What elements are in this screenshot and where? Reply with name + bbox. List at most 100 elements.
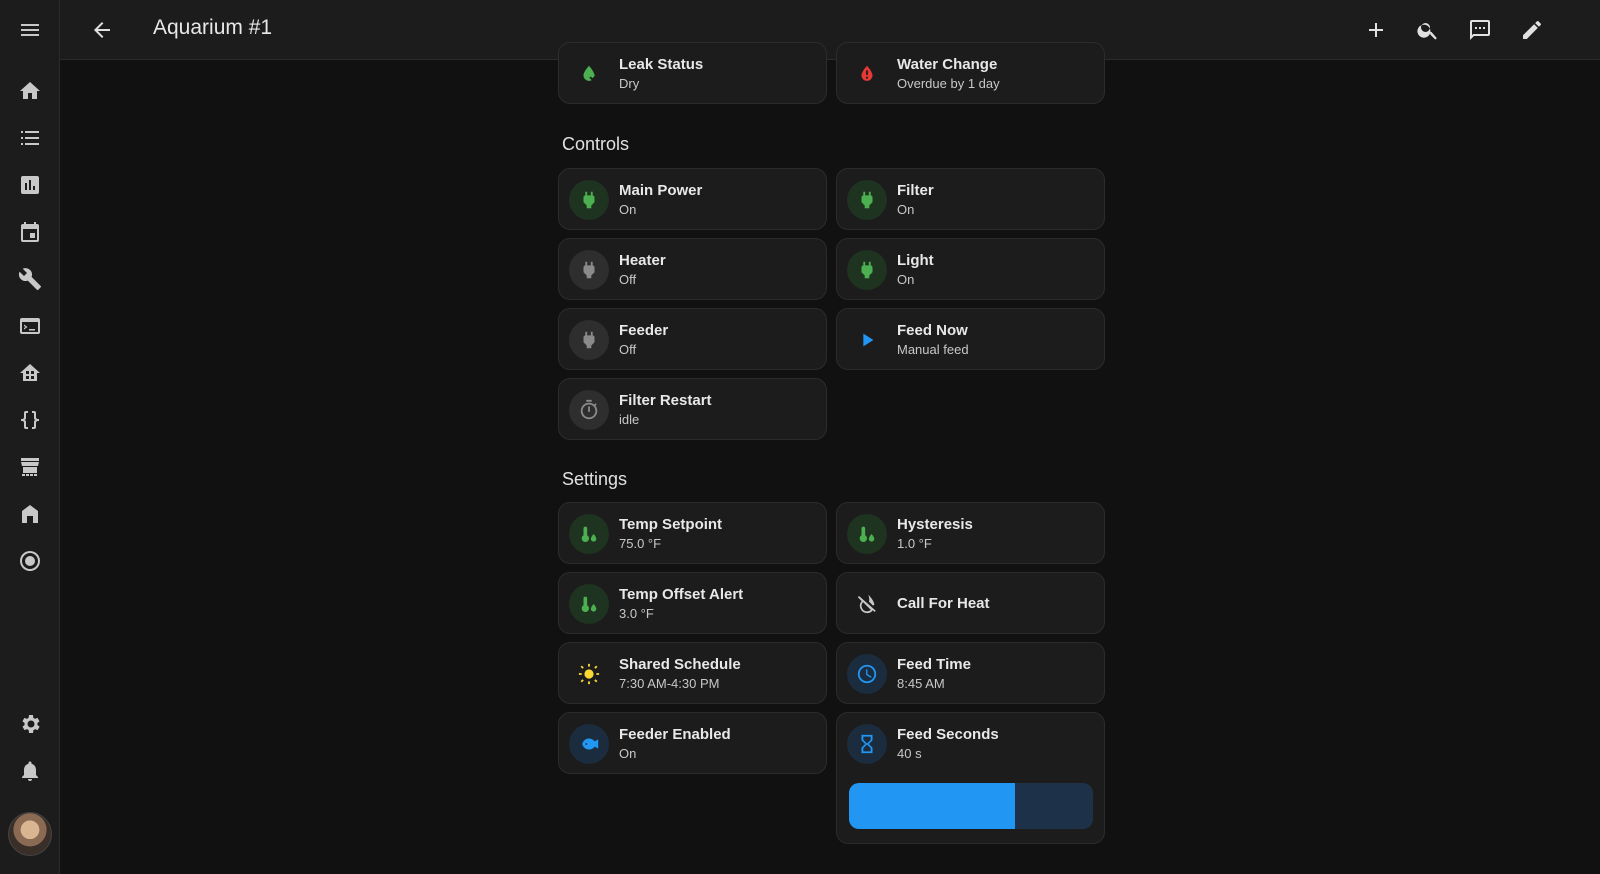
tile-feed-time[interactable]: Feed Time 8:45 AM [836, 642, 1105, 704]
home-city-icon [20, 364, 40, 381]
tile-call-for-heat[interactable]: Call For Heat [836, 572, 1105, 634]
tile-name: Main Power [619, 182, 703, 199]
tile-name: Light [897, 252, 934, 269]
tile-state: Off [619, 342, 637, 357]
tile-name: Leak Status [619, 56, 704, 73]
tile-heater[interactable]: Heater Off [558, 238, 827, 300]
tile-name: Feed Time [897, 656, 971, 673]
tile-state: 3.0 °F [619, 606, 654, 621]
tile-name: Call For Heat [897, 595, 990, 612]
tile-name: Filter Restart [619, 392, 712, 409]
sidebar-item-developer-tools[interactable] [0, 255, 60, 303]
terminal-icon [20, 318, 40, 334]
fish-icon [569, 724, 609, 764]
power-plug-icon [847, 250, 887, 290]
tile-name: Water Change [897, 56, 998, 73]
sidebar-item-home[interactable] [0, 490, 60, 538]
list-icon [21, 131, 39, 145]
sidebar-item-calendar[interactable] [0, 208, 60, 256]
tile-state: Overdue by 1 day [897, 76, 1000, 91]
tile-shared-schedule[interactable]: Shared Schedule 7:30 AM-4:30 PM [558, 642, 827, 704]
tile-name: Feeder [619, 322, 669, 339]
slider-fill [849, 783, 1015, 829]
tile-temp-offset-alert[interactable]: Temp Offset Alert 3.0 °F [558, 572, 827, 634]
tile-main-power[interactable]: Main Power On [558, 168, 827, 230]
arrow-left-icon [94, 22, 110, 38]
top-app-bar: Aquarium #1 [60, 0, 1600, 60]
back-button[interactable] [84, 12, 120, 48]
thermometer-water-icon [847, 514, 887, 554]
chart-box-icon [21, 176, 39, 194]
sidebar-item-notifications[interactable] [0, 747, 60, 795]
tile-name: Hysteresis [897, 516, 973, 533]
clock-icon [847, 654, 887, 694]
sidebar-item-settings[interactable] [0, 700, 60, 748]
code-braces-icon [21, 411, 39, 429]
section-title-controls: Controls [562, 134, 630, 154]
sidebar-item-media[interactable] [0, 537, 60, 585]
tile-filter-restart[interactable]: Filter Restart idle [558, 378, 827, 440]
timer-sand-icon [847, 724, 887, 764]
hacs-icon [21, 458, 39, 476]
bell-icon [22, 761, 38, 781]
play-icon [847, 320, 887, 360]
add-button[interactable] [1358, 12, 1394, 48]
tile-name: Temp Setpoint [619, 516, 723, 533]
plus-icon [1369, 23, 1383, 37]
power-plug-icon [847, 180, 887, 220]
power-plug-icon [569, 320, 609, 360]
section-title-settings: Settings [562, 469, 628, 489]
calendar-icon [21, 222, 39, 242]
fire-off-icon [847, 584, 887, 624]
tile-name: Temp Offset Alert [619, 586, 744, 603]
menu-icon[interactable] [0, 0, 60, 60]
tile-name: Feed Now [897, 322, 968, 339]
sidebar-item-terminal[interactable] [0, 302, 60, 350]
tile-light[interactable]: Light On [836, 238, 1105, 300]
tile-leak-status[interactable]: Leak Status Dry [558, 42, 827, 104]
sidebar-item-logbook[interactable] [0, 114, 60, 162]
tile-feed-seconds[interactable]: Feed Seconds 40 s [836, 712, 1105, 844]
page-title: Aquarium #1 [153, 16, 273, 39]
sidebar-item-energy[interactable] [0, 349, 60, 397]
tile-feed-now[interactable]: Feed Now Manual feed [836, 308, 1105, 370]
tile-feeder-enabled[interactable]: Feeder Enabled On [558, 712, 827, 774]
sun-icon [569, 654, 609, 694]
tile-state: Manual feed [897, 342, 969, 357]
tile-state: 7:30 AM-4:30 PM [619, 676, 720, 691]
tile-filter[interactable]: Filter On [836, 168, 1105, 230]
tile-feeder[interactable]: Feeder Off [558, 308, 827, 370]
tile-state: On [897, 202, 915, 217]
sidebar-item-history[interactable] [0, 161, 60, 209]
search-icon [1417, 23, 1437, 40]
tile-state: 8:45 AM [897, 676, 945, 691]
feed-seconds-slider[interactable] [849, 783, 1093, 829]
edit-button[interactable] [1514, 12, 1550, 48]
pencil-icon [1523, 21, 1541, 39]
tile-state: On [897, 272, 915, 287]
tile-state: Off [619, 272, 637, 287]
thermometer-water-icon [569, 584, 609, 624]
tile-hysteresis[interactable]: Hysteresis 1.0 °F [836, 502, 1105, 564]
tile-name: Feed Seconds [897, 726, 999, 743]
tile-temp-setpoint[interactable]: Temp Setpoint 75.0 °F [558, 502, 827, 564]
search-button[interactable] [1410, 12, 1446, 48]
gear-icon [22, 715, 40, 733]
water-alert-icon [847, 54, 887, 94]
power-plug-icon [569, 180, 609, 220]
timer-icon [569, 390, 609, 430]
sidebar [0, 0, 60, 874]
camera-iris-icon [20, 551, 40, 571]
tile-water-change[interactable]: Water Change Overdue by 1 day [836, 42, 1105, 104]
water-check-icon [569, 54, 609, 94]
tile-name: Feeder Enabled [619, 726, 731, 743]
sidebar-item-code[interactable] [0, 396, 60, 444]
assist-button[interactable] [1462, 12, 1498, 48]
sidebar-item-hacs[interactable] [0, 443, 60, 491]
tile-name: Shared Schedule [619, 656, 741, 673]
avatar[interactable] [8, 812, 52, 856]
sidebar-item-overview[interactable] [0, 67, 60, 115]
tile-state: On [619, 202, 637, 217]
comment-processing-icon [1470, 20, 1490, 40]
wrench-icon [18, 268, 41, 290]
